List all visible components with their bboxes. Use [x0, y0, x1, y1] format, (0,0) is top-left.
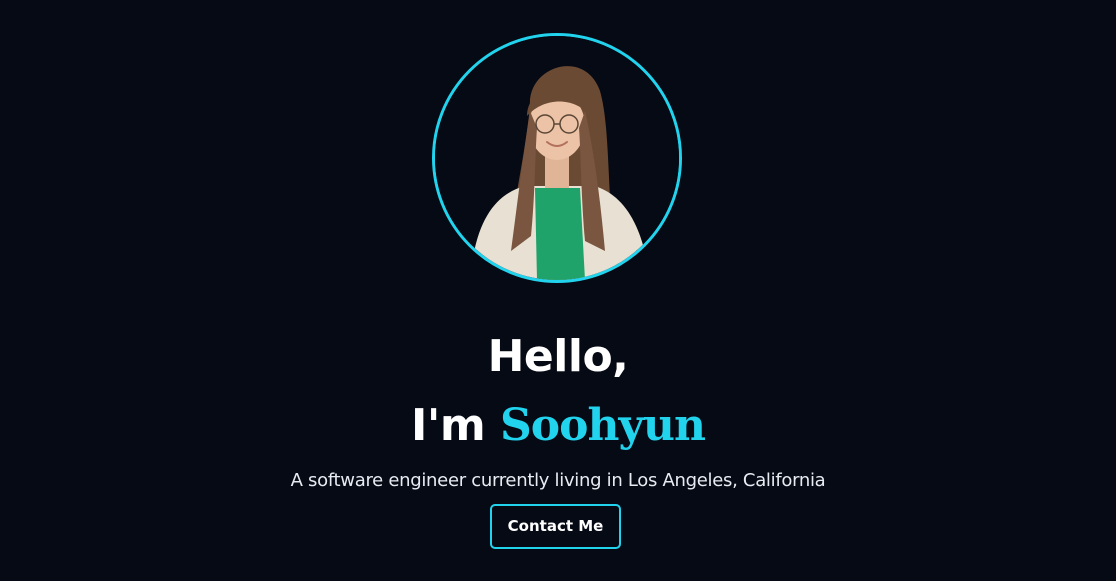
contact-me-button[interactable]: Contact Me	[490, 504, 621, 549]
greeting-heading: Hello,	[487, 331, 629, 383]
profile-photo	[432, 33, 682, 283]
intro-heading: I'm Soohyun	[0, 400, 1116, 452]
name-highlight: Soohyun	[500, 400, 706, 452]
intro-prefix: I'm	[410, 400, 500, 452]
profile-photo-illustration	[435, 36, 679, 280]
tagline: A software engineer currently living in …	[290, 470, 826, 491]
hero-section: Hello, I'm Soohyun A software engineer c…	[0, 0, 1116, 581]
